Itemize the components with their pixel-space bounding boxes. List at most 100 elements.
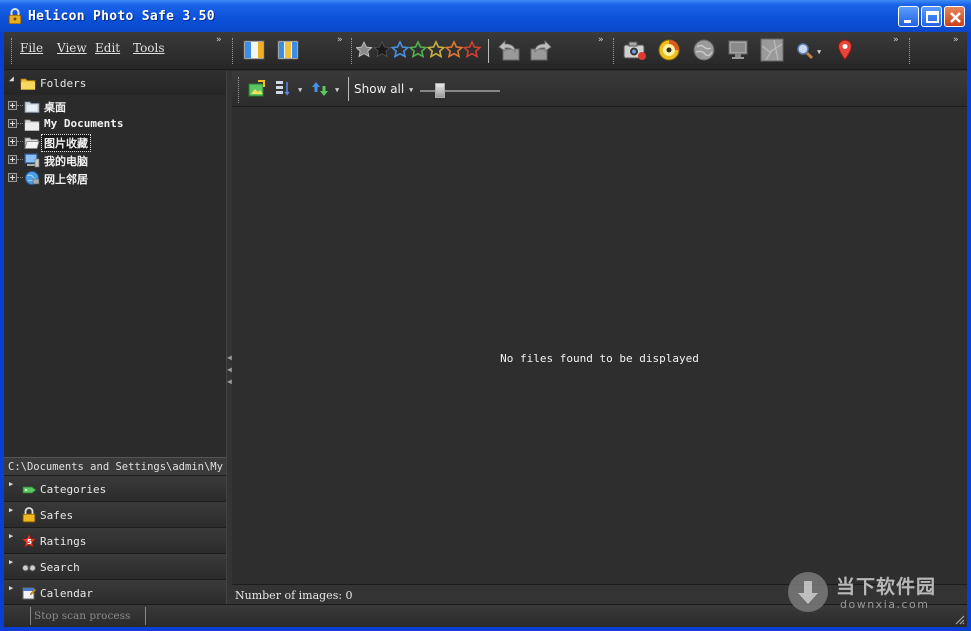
stop-scan-button[interactable]: Stop scan process [30,607,146,625]
import-photos-icon[interactable] [248,80,266,98]
thumbnail-size-slider[interactable] [420,90,500,92]
tree-connector [17,141,23,142]
folder-icon [20,78,36,90]
toolbar-grip[interactable] [613,38,616,64]
expand-caret-icon[interactable]: ▶ [9,480,13,488]
expand-icon[interactable] [8,119,17,128]
camera-icon[interactable] [622,38,648,62]
watermark-logo [788,572,828,612]
menu-edit[interactable]: Edit [95,41,120,55]
expand-caret-icon[interactable]: ▶ [9,506,13,514]
panel-layout-1-icon[interactable] [242,38,266,62]
expand-icon[interactable] [8,155,17,164]
zoom-icon[interactable] [796,38,814,62]
section-ratings[interactable]: ▶ 5 Ratings [4,527,226,552]
undo-icon[interactable] [495,38,523,62]
tree-connector [17,123,23,124]
main-toolbar: File View Edit Tools » » » ▼ » » [4,32,967,70]
expand-icon[interactable] [8,137,17,146]
disc-icon[interactable] [657,38,681,62]
map-pin-icon[interactable] [835,38,855,62]
thumbnail-area[interactable]: No files found to be displayed [232,108,967,584]
section-label: Safes [40,509,74,522]
tree-item-network[interactable]: 网上邻居 [4,169,226,187]
toolbar-grip[interactable] [238,77,241,103]
expand-caret-icon[interactable]: ▶ [9,558,13,566]
section-safes[interactable]: ▶ Safes [4,501,226,526]
map-icon[interactable] [760,38,784,62]
tree-item-label: 网上邻居 [44,173,88,186]
expand-caret-icon[interactable]: ▶ [9,532,13,540]
section-label: Search [40,561,80,574]
panel-layout-2-icon[interactable] [276,38,300,62]
tree-connector [17,105,23,106]
maximize-button[interactable] [921,6,942,27]
slider-thumb[interactable] [435,83,445,98]
section-search[interactable]: ▶ Search [4,553,226,578]
menu-tools[interactable]: Tools [133,41,165,55]
group-icon[interactable] [311,80,329,98]
tree-item-my-computer[interactable]: 我的电脑 [4,151,226,169]
current-path: C:\Documents and Settings\admin\My Docum… [4,457,226,475]
empty-message: No files found to be displayed [500,352,699,365]
calendar-icon [22,587,37,600]
toolbar-grip[interactable] [909,38,912,64]
zoom-dropdown-icon[interactable]: ▼ [817,48,821,56]
folder-open-icon [24,137,40,149]
window-title: Helicon Photo Safe 3.50 [28,9,215,24]
section-label: Ratings [40,535,87,548]
group-dropdown-icon[interactable]: ▼ [335,86,339,94]
toolbar-overflow-icon[interactable]: » [216,35,222,45]
client-area: File View Edit Tools » » » ▼ » » ◢ Folde… [4,32,967,627]
sort-dropdown-icon[interactable]: ▼ [298,86,302,94]
tree-item-label: 图片收藏 [41,134,91,152]
filter-select[interactable]: Show all [354,82,404,96]
toolbar-overflow-icon[interactable]: » [337,35,343,45]
toolbar-grip[interactable] [351,38,354,64]
toolbar-grip[interactable] [232,38,235,64]
toolbar-overflow-icon[interactable]: » [598,35,604,45]
section-calendar[interactable]: ▶ Calendar [4,579,226,604]
tree-item-label: My Documents [44,117,124,130]
toolbar-overflow-icon[interactable]: » [953,35,959,45]
minimize-icon [904,20,911,23]
folders-header[interactable]: ◢ Folders [4,71,226,95]
computer-icon [24,153,40,168]
tree-item-desktop[interactable]: 桌面 [4,97,226,115]
menu-view[interactable]: View [57,41,87,55]
section-label: Categories [40,483,107,496]
minimize-button[interactable] [898,6,919,27]
maximize-icon [926,11,939,23]
title-bar[interactable]: Helicon Photo Safe 3.50 [0,0,971,32]
watermark: 当下软件园 downxia.com [788,570,958,616]
tree-connector [17,177,23,178]
redo-icon[interactable] [527,38,555,62]
monitor-icon[interactable] [726,38,750,62]
tree-item-pictures[interactable]: 图片收藏 [4,133,226,152]
tree-item-my-documents[interactable]: My Documents [4,115,226,133]
filter-dropdown-icon[interactable]: ▼ [409,86,413,94]
sort-icon[interactable] [275,80,291,98]
toolbar-grip[interactable] [11,38,14,64]
lock-app-icon [8,8,22,24]
download-arrow-icon [798,581,818,604]
menu-file[interactable]: File [20,41,43,55]
expand-icon[interactable] [8,173,17,182]
toolbar-overflow-icon[interactable]: » [893,35,899,45]
collapse-caret-icon[interactable]: ◢ [9,74,14,83]
rating-stars-group[interactable] [356,38,486,62]
folder-icon [24,119,40,131]
section-categories[interactable]: ▶ Categories [4,475,226,500]
expand-icon[interactable] [8,101,17,110]
view-toolbar: ▼ ▼ Show all ▼ [232,71,967,107]
tree-connector [17,159,23,160]
binoculars-icon [22,564,36,572]
close-icon [950,12,961,23]
watermark-text: 当下软件园 [836,576,937,598]
tag-icon [22,486,37,494]
lock-icon [22,507,36,523]
folders-title: Folders [40,77,87,90]
close-button[interactable] [944,6,965,27]
expand-caret-icon[interactable]: ▶ [9,584,13,592]
globe-icon[interactable] [692,38,716,62]
